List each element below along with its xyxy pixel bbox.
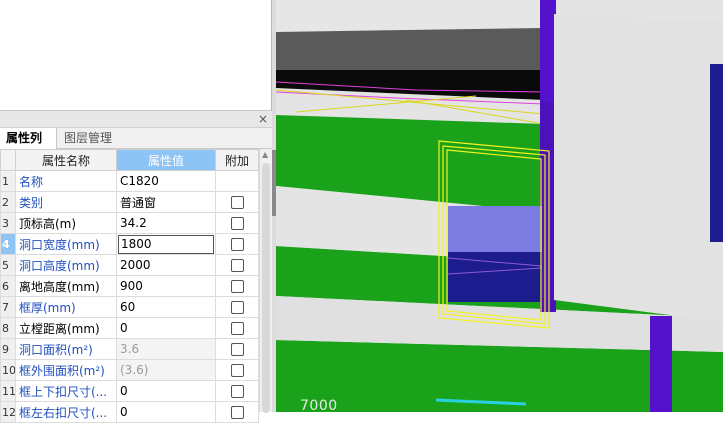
property-name: 洞口高度(mm) [15,254,117,276]
row-number[interactable]: 11 [0,380,16,402]
extra-checkbox[interactable] [230,301,244,314]
row-number[interactable]: 3 [0,212,16,234]
property-value[interactable]: 34.2 [116,212,216,234]
dark-slab-band [276,28,544,70]
table-row[interactable]: 3 顶标高(m) 34.2 [0,212,259,234]
extra-cell [215,401,259,423]
row-number[interactable]: 5 [0,254,16,276]
extra-cell [215,296,259,318]
extra-cell [215,380,259,402]
table-row[interactable]: 2 类别 普通窗 [0,191,259,213]
property-name: 框左右扣尺寸(... [15,401,117,423]
property-name: 洞口宽度(mm) [15,233,117,255]
extra-checkbox[interactable] [230,364,244,377]
window-glass-light [448,206,542,252]
extra-cell [215,254,259,276]
row-number[interactable]: 9 [0,338,16,360]
extra-checkbox[interactable] [230,406,244,419]
upper-panel-area [0,0,272,111]
property-value[interactable]: 60 [116,296,216,318]
extra-checkbox[interactable] [230,238,244,251]
front-wall-panel [554,14,723,322]
extra-cell [215,359,259,381]
panel-splitter[interactable]: × [0,111,272,128]
extra-cell [215,170,259,192]
property-name: 框上下扣尺寸(... [15,380,117,402]
extra-checkbox[interactable] [230,196,244,209]
table-row[interactable]: 7 框厚(mm) 60 [0,296,259,318]
purple-column-lower [540,102,556,312]
tab-layer-management[interactable]: 图层管理 [58,128,120,149]
right-window-glass [710,64,723,242]
close-icon[interactable]: × [258,112,268,126]
property-value[interactable]: 3.6 [116,338,216,360]
extra-cell [215,275,259,297]
property-value[interactable]: (3.6) [116,359,216,381]
table-row[interactable]: 4 洞口宽度(mm) 1800 [0,233,259,255]
dimension-label: 7000 [300,398,338,412]
extra-cell [215,338,259,360]
table-row[interactable]: 12 框左右扣尺寸(... 0 [0,401,259,423]
property-panel: × 属性列表 图层管理 属性名称 属性值 附加 1名称C18202类别普通窗3顶… [0,0,272,423]
property-name: 离地高度(mm) [15,275,117,297]
table-row[interactable]: 6 离地高度(mm) 900 [0,275,259,297]
extra-cell [215,317,259,339]
scroll-up-icon[interactable]: ▲ [262,151,268,159]
property-name: 框外围面积(m²) [15,359,117,381]
property-value[interactable]: 0 [116,317,216,339]
table-row[interactable]: 8 立樘距离(mm) 0 [0,317,259,339]
panel-tabs: 属性列表 图层管理 [0,128,272,165]
property-value[interactable]: 900 [116,275,216,297]
property-value-header[interactable]: 属性值 [116,149,216,171]
table-row[interactable]: 5 洞口高度(mm) 2000 [0,254,259,276]
row-number[interactable]: 1 [0,170,16,192]
extra-checkbox[interactable] [230,343,244,356]
property-name: 名称 [15,170,117,192]
3d-viewport[interactable]: 7000 [276,0,723,412]
extra-header[interactable]: 附加 [215,149,259,171]
property-name: 类别 [15,191,117,213]
row-number[interactable]: 7 [0,296,16,318]
extra-checkbox[interactable] [230,217,244,230]
model-canvas[interactable] [276,0,723,412]
property-value[interactable]: 0 [116,401,216,423]
property-value[interactable]: 0 [116,380,216,402]
row-number[interactable]: 12 [0,401,16,423]
extra-checkbox[interactable] [230,280,244,293]
tab-property-list[interactable]: 属性列表 [0,128,57,165]
row-number[interactable]: 10 [0,359,16,381]
row-number[interactable]: 8 [0,317,16,339]
property-name-header[interactable]: 属性名称 [15,149,117,171]
row-number[interactable]: 2 [0,191,16,213]
purple-column-right [650,316,672,412]
property-value[interactable]: 2000 [116,254,216,276]
extra-cell [215,212,259,234]
extra-checkbox[interactable] [230,385,244,398]
extra-cell [215,233,259,255]
table-row[interactable]: 9 洞口面积(m²) 3.6 [0,338,259,360]
table-row[interactable]: 10 框外围面积(m²) (3.6) [0,359,259,381]
property-value[interactable]: C1820 [116,170,216,192]
property-name: 顶标高(m) [15,212,117,234]
property-name: 洞口面积(m²) [15,338,117,360]
row-number[interactable]: 4 [0,233,16,255]
property-value[interactable]: 1800 [116,233,216,255]
table-row[interactable]: 1 名称 C1820 [0,170,259,192]
scrollbar-thumb[interactable] [262,163,270,413]
row-number-header[interactable] [0,149,16,171]
property-name: 立樘距离(mm) [15,317,117,339]
extra-checkbox[interactable] [230,259,244,272]
grid-scrollbar[interactable]: ▲ [259,149,272,413]
purple-column-upper [540,0,556,102]
row-number[interactable]: 6 [0,275,16,297]
extra-checkbox[interactable] [230,322,244,335]
property-name: 框厚(mm) [15,296,117,318]
property-grid: 属性名称 属性值 附加 1 名称 C1820 2 类别 普通窗 3 顶标高(m) 34.2 4 洞口… [0,149,259,423]
property-value-editor[interactable]: 1800 [118,234,214,254]
table-row[interactable]: 11 框上下扣尺寸(... 0 [0,380,259,402]
extra-cell [215,191,259,213]
property-value[interactable]: 普通窗 [116,191,216,213]
